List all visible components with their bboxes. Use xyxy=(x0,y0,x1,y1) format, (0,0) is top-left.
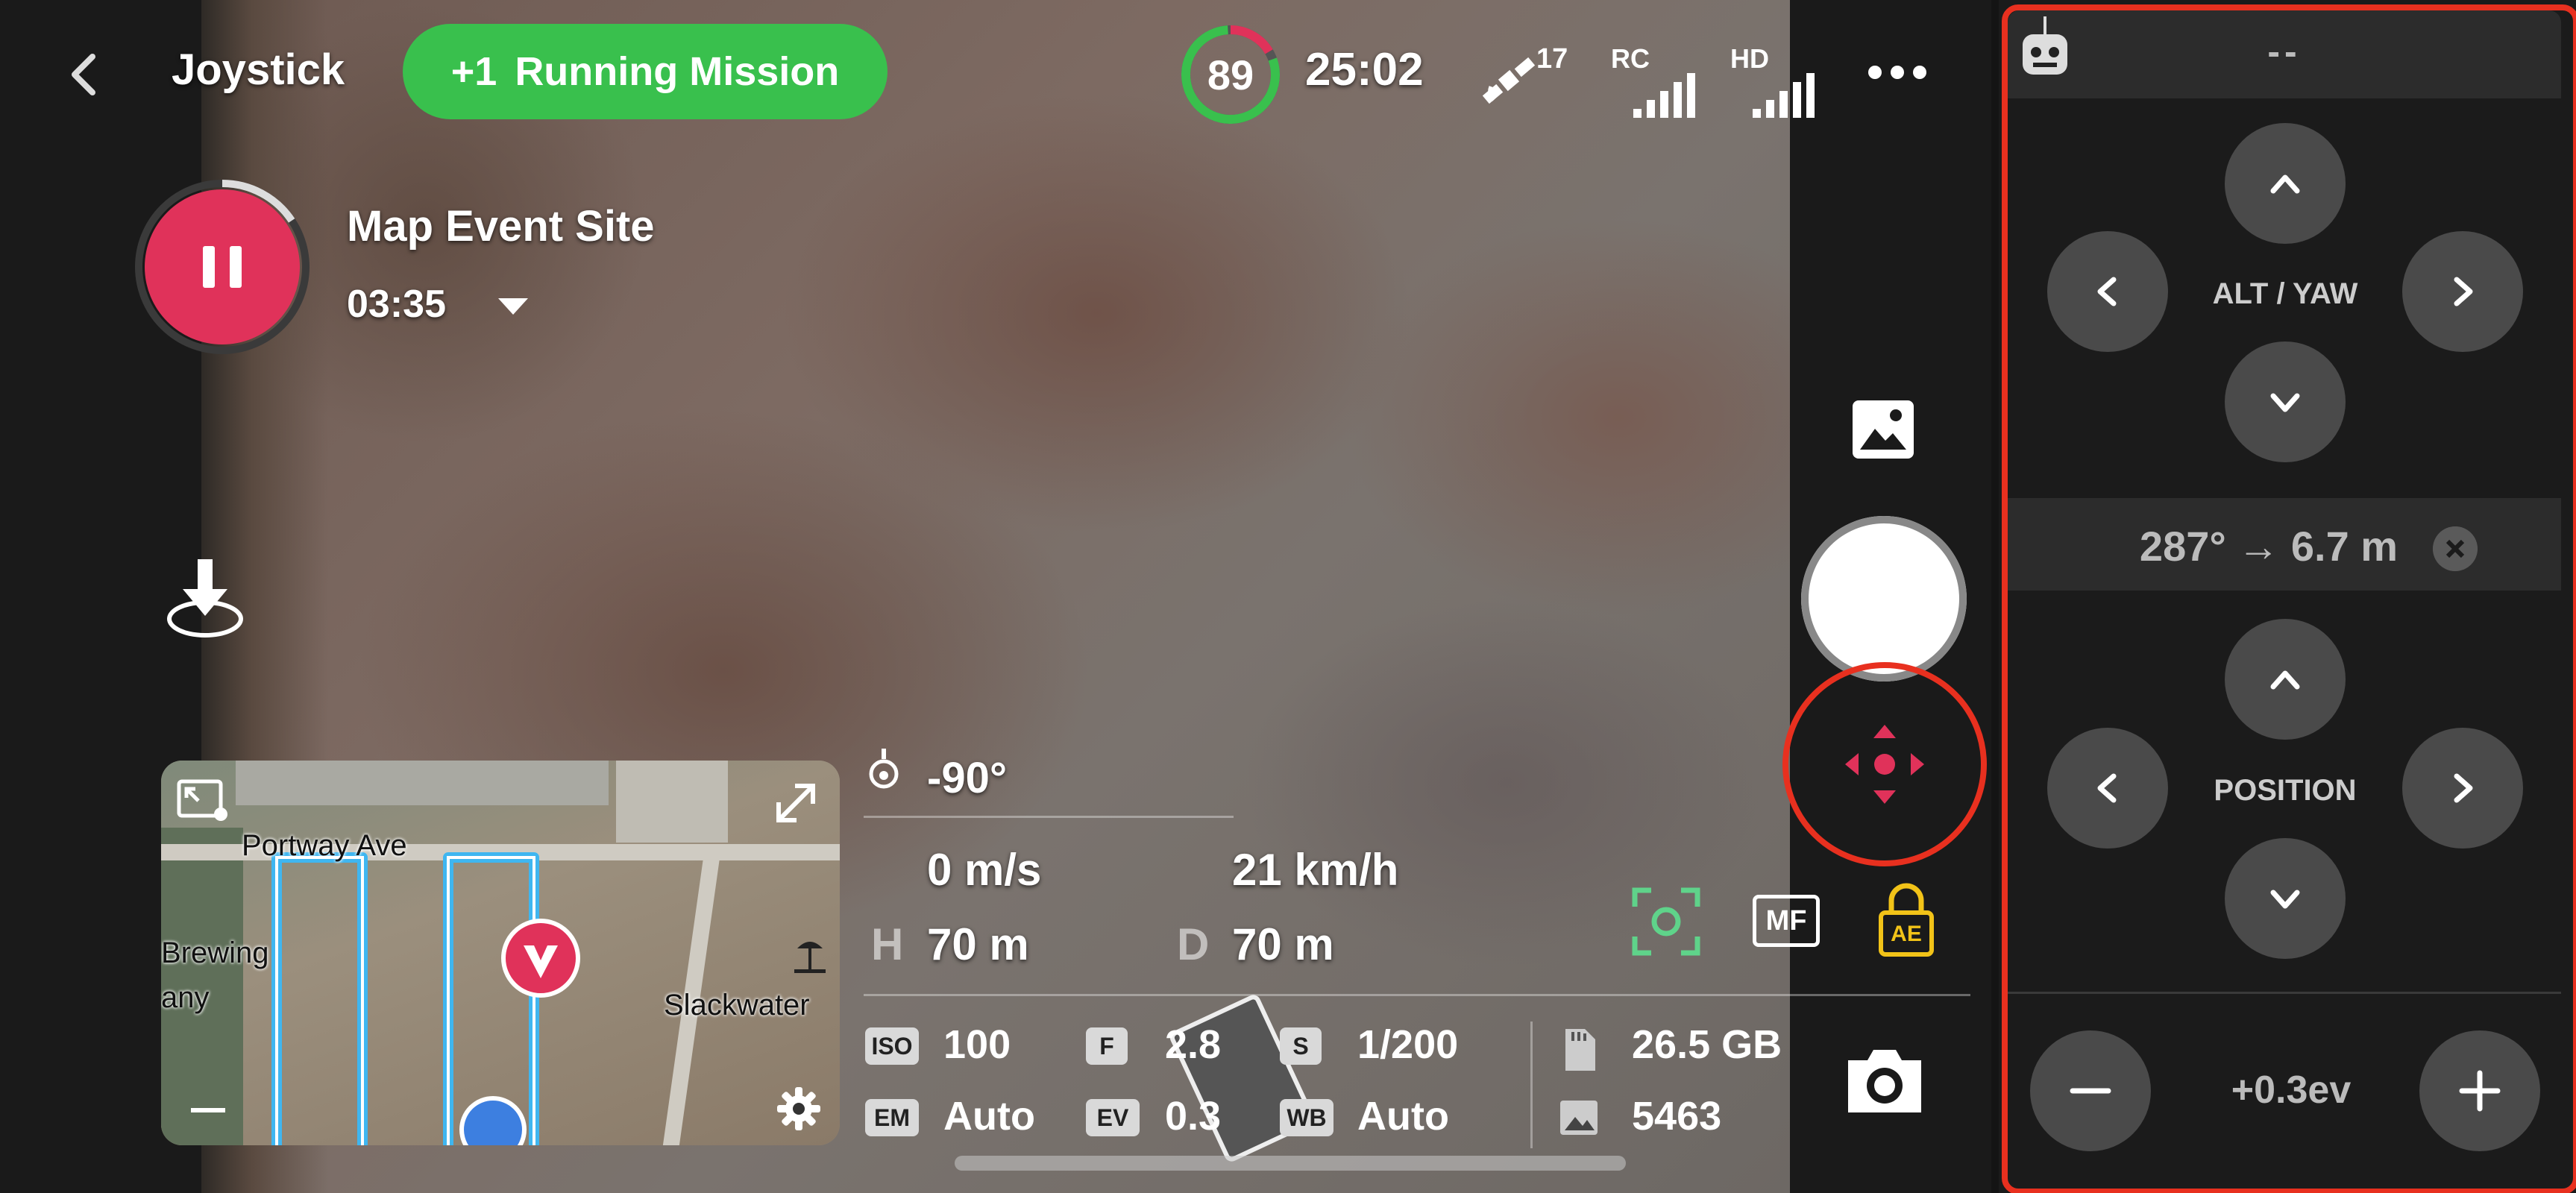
rc-signal-bars-icon xyxy=(1633,73,1700,118)
aperture-value[interactable]: 2.8 xyxy=(1165,1022,1221,1068)
battery-percent: 89 xyxy=(1207,51,1254,98)
hd-signal-indicator: HD xyxy=(1730,43,1820,118)
panel-divider xyxy=(2008,992,2561,994)
storage-divider xyxy=(1530,1022,1533,1148)
exposure-mode-value[interactable]: Auto xyxy=(943,1093,1035,1139)
chevron-left-icon xyxy=(2097,277,2117,306)
gallery-icon[interactable] xyxy=(1850,397,1917,462)
yaw-left-button[interactable] xyxy=(2047,231,2168,352)
mission-count: +1 xyxy=(450,49,497,94)
shutter-speed-value[interactable]: 1/200 xyxy=(1357,1022,1458,1068)
white-balance-value[interactable]: Auto xyxy=(1357,1093,1449,1139)
drone-position-marker xyxy=(501,919,580,998)
pause-icon-bar xyxy=(230,246,242,288)
map-label-brewing: Brewing xyxy=(161,937,269,969)
ev-value[interactable]: 0.3 xyxy=(1165,1093,1221,1139)
drone-flight-screen: Joystick +1 Running Mission 89 25:02 17 … xyxy=(0,0,2576,1193)
chevron-right-icon xyxy=(2454,773,2473,803)
map-expand-icon[interactable] xyxy=(773,780,819,826)
rc-signal-indicator: RC xyxy=(1611,43,1700,118)
sd-card-icon xyxy=(1565,1029,1595,1071)
altitude-up-button[interactable] xyxy=(2225,123,2346,244)
distance-value: 70 m xyxy=(1232,919,1334,969)
joystick-move-icon[interactable] xyxy=(1844,723,1926,805)
exposure-increase-button[interactable] xyxy=(2419,1030,2540,1151)
map-label-company: any xyxy=(161,981,210,1014)
gimbal-pitch: -90° xyxy=(927,754,1008,802)
running-mission-button[interactable]: +1 Running Mission xyxy=(403,24,888,119)
chevron-right-icon xyxy=(2454,277,2473,306)
chevron-down-icon xyxy=(2270,393,2300,412)
camera-settings-divider xyxy=(864,994,1970,996)
ev-badge: EV xyxy=(1086,1099,1140,1136)
mission-badge-label: Running Mission xyxy=(515,49,840,94)
exposure-mode-badge: EM xyxy=(865,1099,919,1136)
hd-signal-bars-icon xyxy=(1753,73,1820,118)
exposure-value: +0.3ev xyxy=(2231,1068,2352,1112)
caret-down-icon[interactable] xyxy=(498,298,528,315)
move-backward-button[interactable] xyxy=(2225,838,2346,959)
rc-label: RC xyxy=(1611,43,1650,74)
minus-icon xyxy=(2070,1088,2111,1094)
chevron-left-icon xyxy=(2097,773,2117,803)
height-value: 70 m xyxy=(927,919,1029,969)
camera-mode-icon[interactable] xyxy=(1842,1042,1927,1117)
photo-count: 5463 xyxy=(1632,1094,1722,1139)
white-balance-badge: WB xyxy=(1280,1099,1333,1136)
pause-mission-button[interactable] xyxy=(145,189,300,344)
mini-map[interactable]: Portway Ave Brewing any Slackwater xyxy=(161,761,840,1145)
height-label: H xyxy=(871,919,904,969)
mission-site-name: Map Event Site xyxy=(347,202,655,251)
flight-time: 25:02 xyxy=(1305,44,1424,95)
distance-label: D xyxy=(1177,919,1210,969)
ae-label: AE xyxy=(1891,922,1922,946)
altitude-down-button[interactable] xyxy=(2225,341,2346,462)
move-right-button[interactable] xyxy=(2402,728,2523,849)
bottom-scrollbar[interactable] xyxy=(955,1156,1626,1171)
gimbal-icon xyxy=(869,749,899,789)
photo-count-icon xyxy=(1560,1101,1598,1135)
move-left-button[interactable] xyxy=(2047,728,2168,849)
aperture-badge: F xyxy=(1086,1027,1128,1065)
position-label: POSITION xyxy=(2214,774,2357,807)
alt-yaw-label: ALT / YAW xyxy=(2212,277,2358,310)
shutter-button[interactable] xyxy=(1801,516,1967,682)
map-label-slackwater: Slackwater xyxy=(664,989,810,1022)
iso-badge: ISO xyxy=(865,1027,919,1065)
map-swap-view-icon[interactable] xyxy=(176,777,230,822)
joystick-panel-status: -- xyxy=(2267,31,2302,72)
back-chevron-icon[interactable] xyxy=(60,45,112,104)
plus-icon xyxy=(2459,1070,2501,1112)
map-settings-gear-icon[interactable] xyxy=(774,1084,823,1133)
ae-lock-button[interactable]: AE xyxy=(1878,883,1935,957)
page-title: Joystick xyxy=(172,45,345,94)
storage-free: 26.5 GB xyxy=(1632,1022,1782,1067)
battery-indicator: 89 xyxy=(1178,22,1283,127)
close-icon[interactable] xyxy=(2433,526,2478,571)
beach-poi-icon xyxy=(794,942,826,973)
chevron-down-icon xyxy=(2270,890,2300,909)
telemetry-divider xyxy=(864,816,1234,818)
shutter-badge: S xyxy=(1280,1027,1322,1065)
chevron-up-icon xyxy=(2270,174,2300,194)
land-icon[interactable] xyxy=(160,552,250,641)
vertical-speed: 0 m/s xyxy=(927,845,1042,895)
hd-label: HD xyxy=(1730,43,1769,74)
drone-heading-icon xyxy=(524,945,558,978)
satellite-count: 17 xyxy=(1536,43,1568,75)
map-zoom-out-icon[interactable] xyxy=(191,1108,225,1112)
exposure-decrease-button[interactable] xyxy=(2030,1030,2151,1151)
horizontal-speed: 21 km/h xyxy=(1232,845,1399,895)
mission-remaining-time[interactable]: 03:35 xyxy=(347,282,446,327)
map-label-street: Portway Ave xyxy=(242,829,407,862)
move-forward-button[interactable] xyxy=(2225,619,2346,740)
yaw-right-button[interactable] xyxy=(2402,231,2523,352)
manual-focus-button[interactable]: MF xyxy=(1753,895,1821,948)
pause-icon xyxy=(203,246,215,288)
focus-icon[interactable] xyxy=(1630,886,1702,957)
chevron-up-icon xyxy=(2270,670,2300,690)
iso-value[interactable]: 100 xyxy=(943,1022,1011,1068)
more-options-icon[interactable] xyxy=(1868,66,1928,81)
mf-label: MF xyxy=(1753,895,1820,947)
